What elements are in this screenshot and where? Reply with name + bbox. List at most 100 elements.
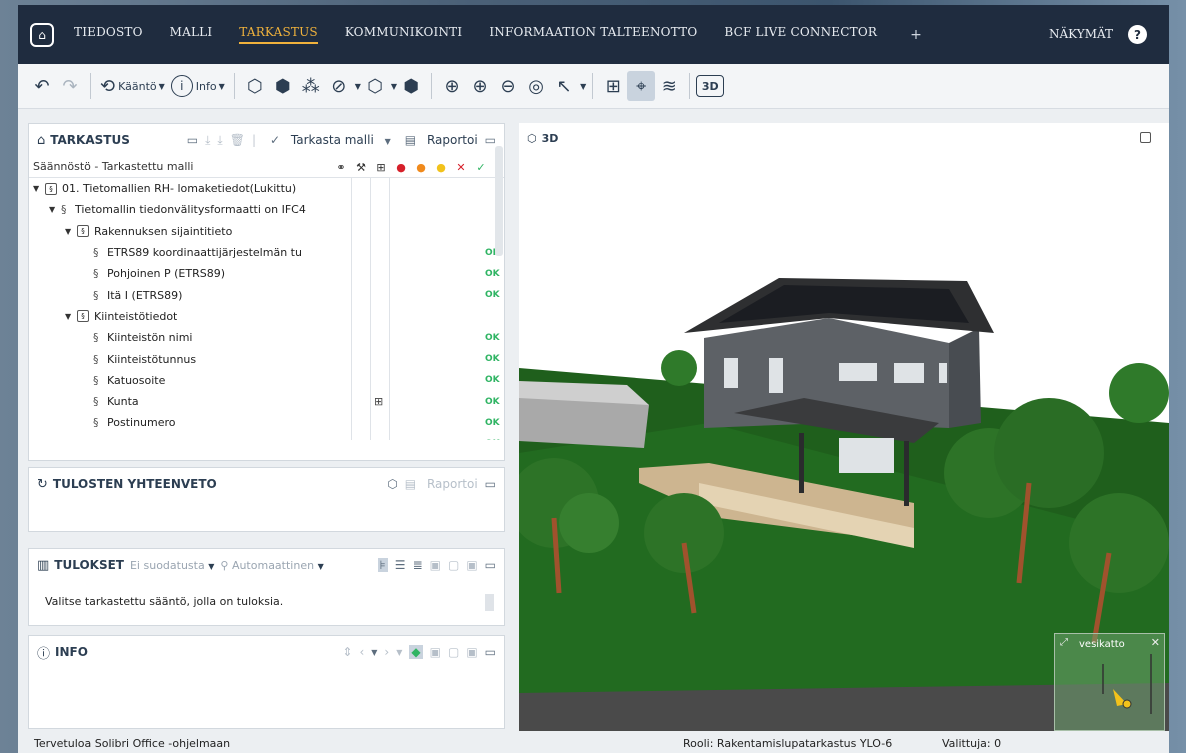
layers-icon[interactable]: ≋: [655, 71, 683, 101]
grid-icon[interactable]: ⊞: [371, 161, 391, 174]
cube-icon[interactable]: ⬡: [387, 477, 397, 491]
location-marker-icon[interactable]: ⌖: [627, 71, 656, 101]
auto-dropdown[interactable]: ⚲ Automaattinen ▼: [220, 559, 323, 572]
show-components-icon[interactable]: ⬡: [241, 71, 269, 101]
tree-row[interactable]: ▼ § Rakennuksen sijaintitieto: [29, 221, 504, 242]
wrench-icon[interactable]: ⚒: [351, 161, 371, 174]
component-filter-icon[interactable]: ◆: [409, 645, 423, 659]
orange-dot-icon[interactable]: ●: [411, 161, 431, 174]
download-icon[interactable]: ⤓: [205, 133, 210, 148]
maximize-viewport-icon[interactable]: [1140, 132, 1151, 143]
tree-row[interactable]: §Tila OK: [29, 434, 504, 440]
tree-row-label: Rakennuksen sijaintitieto: [94, 224, 233, 238]
tree-view-icon[interactable]: ⊧: [377, 558, 388, 572]
results-panel-header: ▥ TULOKSET Ei suodatusta ▼ ⚲ Automaattin…: [29, 549, 504, 581]
hide-selection-icon[interactable]: ⊘: [325, 71, 353, 101]
maximize-panel-icon[interactable]: ▭: [485, 645, 496, 659]
cross-icon[interactable]: ✕: [451, 161, 471, 174]
info-button[interactable]: i Info ▼: [168, 71, 228, 101]
filter-dropdown[interactable]: Ei suodatusta ▼: [130, 559, 214, 572]
redo-icon[interactable]: ↷: [56, 71, 84, 101]
chevron-down-icon[interactable]: ▼: [371, 648, 377, 657]
view-3d-button[interactable]: 3D: [696, 75, 725, 97]
hide-components-icon[interactable]: ⬢: [269, 71, 297, 101]
previous-icon[interactable]: ‹: [359, 645, 364, 659]
check-model-button[interactable]: ✓ Tarkasta malli ▼: [263, 133, 391, 147]
camera-position-icon[interactable]: [1122, 699, 1132, 709]
zoom-out-icon[interactable]: ⊖: [494, 71, 522, 101]
zoom-selected-icon[interactable]: ◎: [522, 71, 550, 101]
tree-row[interactable]: § Katuosoite OK: [29, 370, 504, 391]
zoom-in-icon[interactable]: ⊕: [466, 71, 494, 101]
menu-informaation-talteenotto[interactable]: INFORMAATION TALTEENOTTO: [489, 25, 697, 44]
folder-icon[interactable]: ▭: [187, 133, 198, 147]
list-view-icon[interactable]: ☰: [395, 558, 406, 572]
viewport-3d[interactable]: ⬡ 3D ⤢ vesikatto ✕: [519, 123, 1169, 731]
chevron-down-icon[interactable]: ▼: [580, 82, 586, 91]
detail-list-icon[interactable]: ≣: [413, 558, 423, 572]
expand-caret-icon[interactable]: ▼: [49, 205, 61, 214]
yellow-dot-icon[interactable]: ●: [431, 161, 451, 174]
tree-row[interactable]: § Kiinteistötunnus OK: [29, 348, 504, 369]
results-icon: ▥: [37, 557, 50, 573]
tree-row[interactable]: ▼ § 01. Tietomallien RH- lomaketiedot(Luki…: [29, 178, 504, 199]
box-view-icon[interactable]: ⬡: [361, 71, 389, 101]
menu-malli[interactable]: MALLI: [170, 25, 213, 44]
maximize-panel-icon[interactable]: ▭: [485, 558, 496, 572]
report-button[interactable]: ▤ Raportoi: [398, 133, 478, 147]
lock-icon[interactable]: ▣: [430, 645, 441, 659]
check-icon[interactable]: ✓: [471, 161, 491, 174]
tree-row[interactable]: § Postinumero OK: [29, 412, 504, 433]
menu-tarkastus[interactable]: TARKASTUS: [239, 25, 318, 44]
undo-icon[interactable]: ↶: [28, 71, 56, 101]
tree-row[interactable]: ▼ § Kiinteistötiedot: [29, 306, 504, 327]
pointer-tool-icon[interactable]: ↖: [550, 71, 578, 101]
unlock-icon[interactable]: ▢: [448, 558, 459, 572]
app-logo-icon[interactable]: ⌂: [30, 22, 54, 47]
tree-scrollbar[interactable]: [495, 146, 503, 256]
info-panel: ⓘ INFO ⇕ ‹ ▼ › ▼ ◆ ▣ ▢ ▣ ▭: [28, 635, 505, 729]
stamp-icon[interactable]: ▣: [466, 645, 477, 659]
summary-report-button[interactable]: ▤ Raportoi: [405, 477, 478, 491]
results-scrollbar[interactable]: [485, 594, 494, 611]
maximize-panel-icon[interactable]: ▭: [485, 133, 496, 147]
unlock-icon[interactable]: ▢: [448, 645, 459, 659]
red-dot-icon[interactable]: ●: [391, 161, 411, 174]
status-ok-badge: OK: [485, 417, 500, 428]
zoom-fit-icon[interactable]: ⊕: [438, 71, 466, 101]
download-all-icon[interactable]: ⤓: [217, 133, 222, 148]
minimap[interactable]: ⤢ vesikatto ✕: [1054, 633, 1165, 731]
lock-icon[interactable]: ▣: [430, 558, 441, 572]
chevron-down-icon[interactable]: ▼: [396, 648, 402, 657]
expand-caret-icon[interactable]: ▼: [65, 312, 77, 321]
tree-row[interactable]: § Itä I (ETRS89) OK: [29, 284, 504, 305]
rotate-icon: ⟲: [100, 75, 116, 97]
tree-row[interactable]: ▼ § Tietomallin tiedonvälitysformaatti on …: [29, 199, 504, 220]
views-menu[interactable]: NÄKYMÄT: [1049, 27, 1113, 41]
delete-icon[interactable]: 🗑: [230, 133, 245, 147]
expand-caret-icon[interactable]: ▼: [65, 227, 77, 236]
tree-row[interactable]: § Kunta ⊞ OK: [29, 391, 504, 412]
grid-icon[interactable]: ⊞: [374, 395, 383, 408]
next-icon[interactable]: ›: [384, 645, 389, 659]
sort-icon[interactable]: ⇕: [342, 645, 352, 659]
floor-plan-icon[interactable]: ⊞: [599, 71, 627, 101]
maximize-panel-icon[interactable]: ▭: [485, 477, 496, 491]
menu-kommunikointi[interactable]: KOMMUNIKOINTI: [345, 25, 462, 44]
check-circle-icon: ✓: [270, 133, 281, 147]
toolbar-separator: [233, 73, 235, 99]
menu-bcf-live-connector[interactable]: BCF LIVE CONNECTOR: [724, 25, 877, 44]
menu-tiedosto[interactable]: TIEDOSTO: [74, 25, 143, 44]
tree-row[interactable]: § Kiinteistön nimi OK: [29, 327, 504, 348]
expand-caret-icon[interactable]: ▼: [33, 184, 45, 193]
stamp-icon[interactable]: ▣: [466, 558, 477, 572]
section-box-icon[interactable]: ⬢: [397, 71, 425, 101]
help-button[interactable]: ?: [1128, 25, 1147, 44]
tree-row[interactable]: § Pohjoinen P (ETRS89) OK: [29, 263, 504, 284]
link-icon[interactable]: ⚭: [331, 161, 351, 174]
isolate-icon[interactable]: ⁂: [297, 71, 325, 101]
rotate-button[interactable]: ⟲ Kääntö ▼: [97, 71, 168, 101]
tree-row[interactable]: § ETRS89 koordinaattijärjestelmän tu OK: [29, 242, 504, 263]
status-ok-badge: OK: [485, 439, 500, 440]
add-tab-button[interactable]: +: [910, 27, 922, 43]
